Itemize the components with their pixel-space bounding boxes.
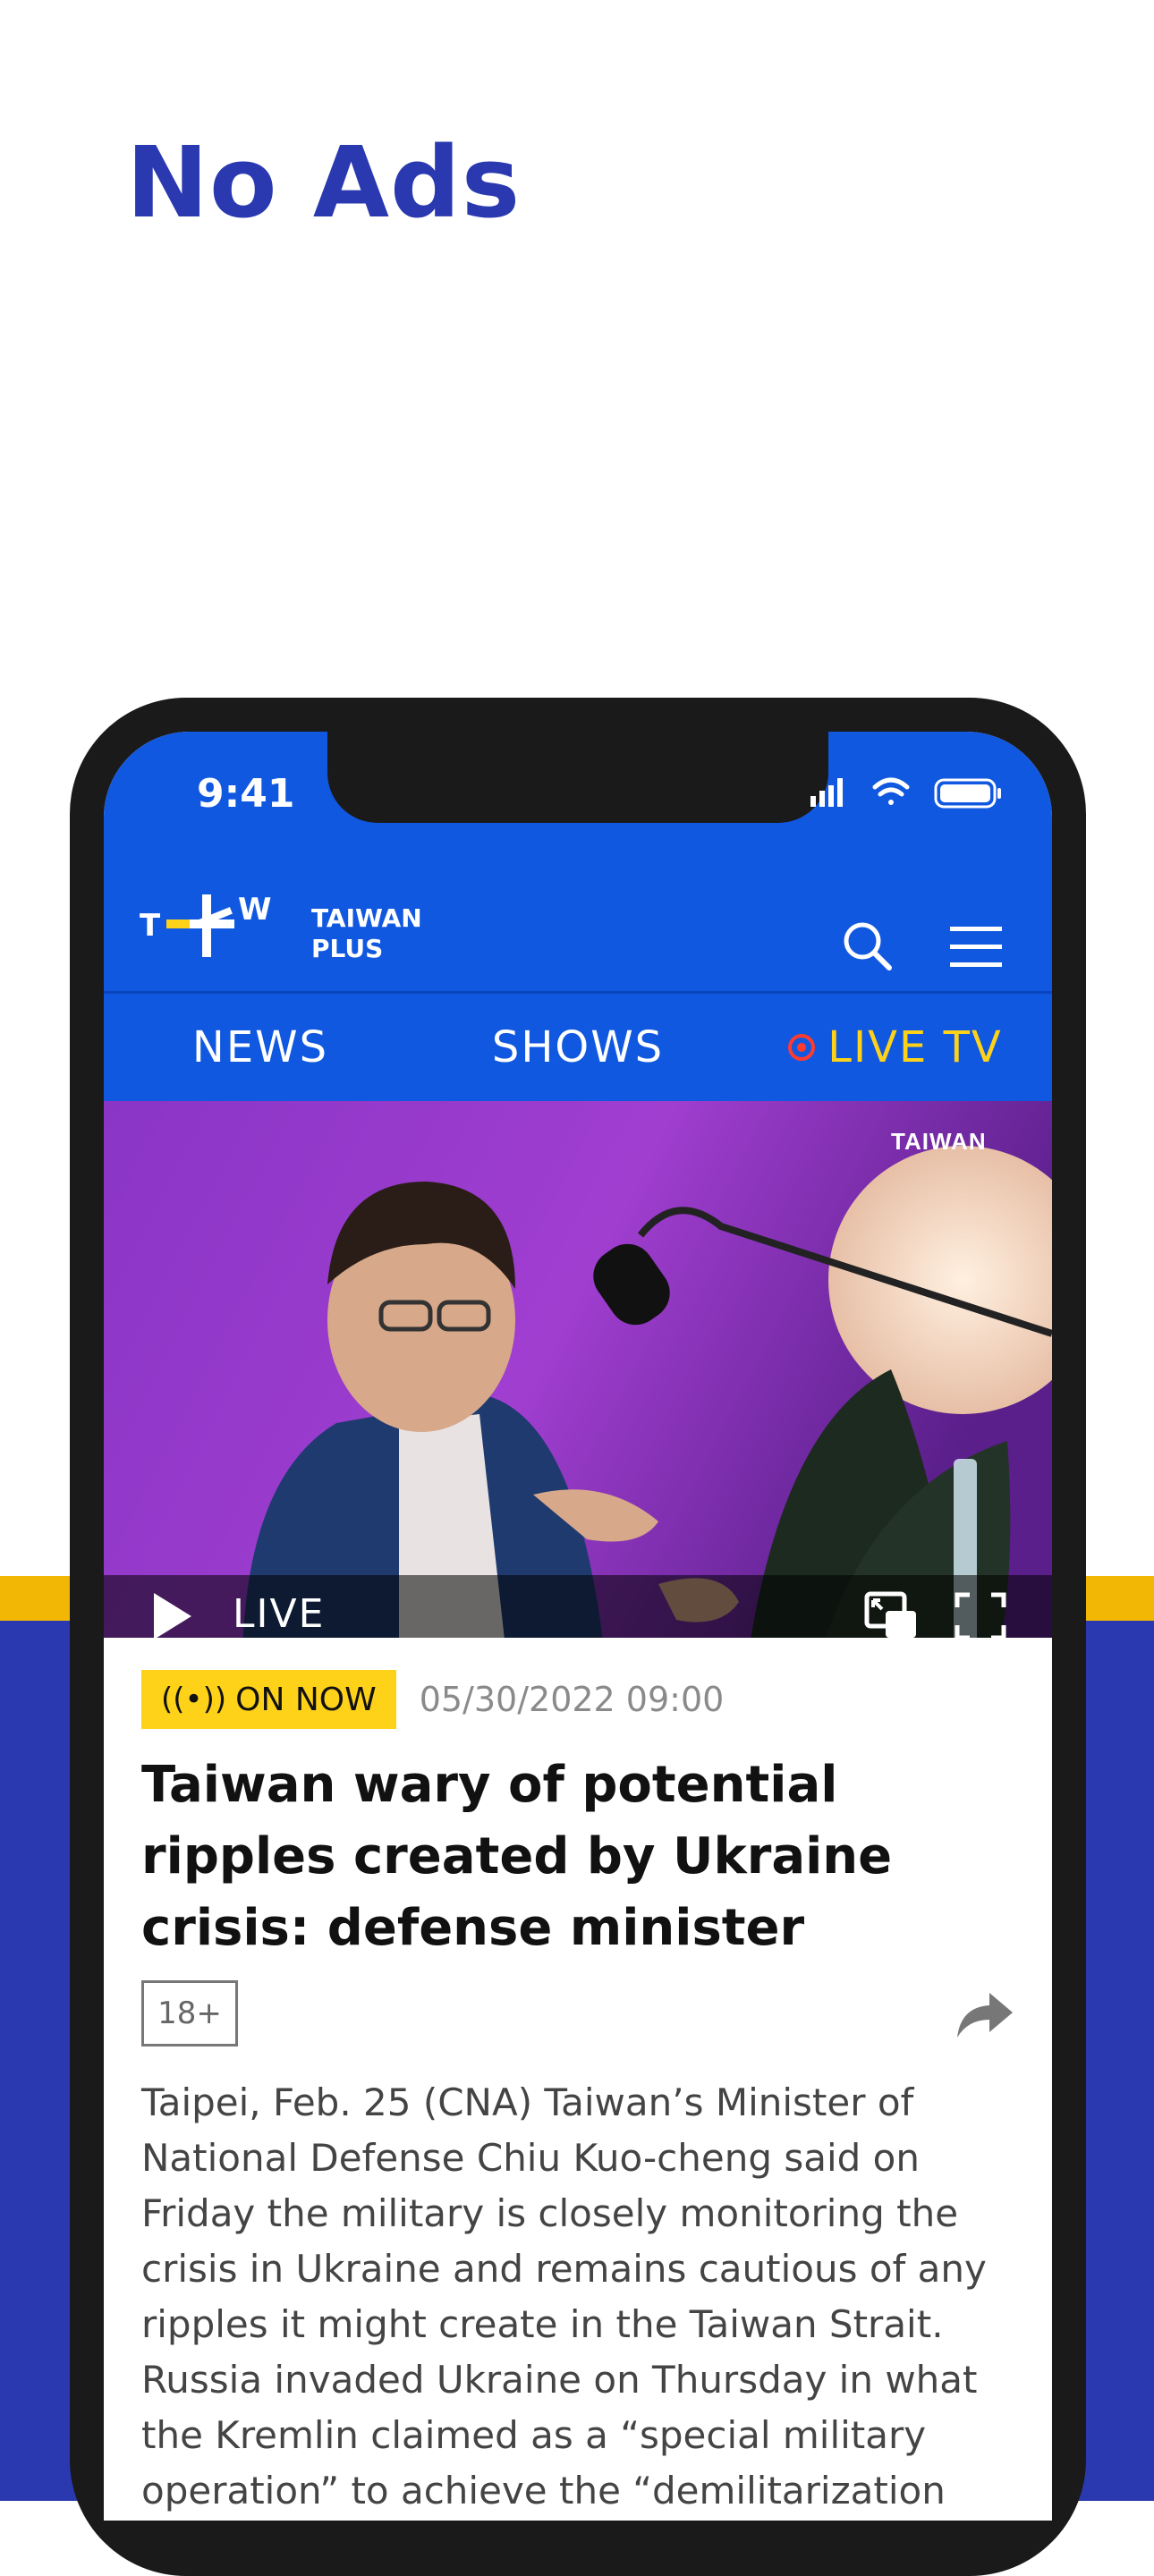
tab-shows[interactable]: SHOWS bbox=[417, 994, 739, 1101]
brand-line-1: TAIWAN bbox=[311, 903, 422, 933]
play-icon[interactable] bbox=[150, 1589, 195, 1638]
picture-in-picture-icon[interactable] bbox=[864, 1591, 918, 1638]
article-paragraph-2: Russia invaded Ukraine on Thursday in wh… bbox=[141, 2358, 978, 2512]
svg-text:W: W bbox=[238, 893, 272, 928]
tab-live-tv[interactable]: LIVE TV bbox=[739, 994, 1052, 1101]
fullscreen-icon[interactable] bbox=[954, 1591, 1007, 1638]
age-rating-badge: 18+ bbox=[141, 1980, 238, 2046]
battery-icon bbox=[934, 778, 1001, 809]
notch bbox=[327, 732, 828, 823]
share-icon[interactable] bbox=[954, 1987, 1016, 2041]
article-body: Taipei, Feb. 25 (CNA) Taiwan’s Minister … bbox=[141, 2075, 1027, 2521]
article-meta: ((•)) ON NOW 05/30/2022 09:00 bbox=[141, 1670, 725, 1729]
brand-line-2: PLUS bbox=[311, 934, 384, 963]
on-now-label: ON NOW bbox=[235, 1681, 377, 1718]
tab-news[interactable]: NEWS bbox=[104, 994, 417, 1101]
on-now-badge: ((•)) ON NOW bbox=[141, 1670, 396, 1729]
video-player[interactable]: TAIWAN LIVE bbox=[104, 1101, 1052, 1638]
app-header: T W TAIWAN PLUS bbox=[104, 830, 1052, 991]
channel-watermark: TAIWAN bbox=[891, 1128, 987, 1155]
player-controls: LIVE bbox=[104, 1575, 1052, 1638]
search-icon[interactable] bbox=[837, 916, 900, 979]
status-time: 9:41 bbox=[197, 771, 295, 817]
status-icons bbox=[810, 777, 1001, 809]
phone-screen: 9:41 T W TAIWAN PLUS NEWS SHOWS LIVE TV … bbox=[104, 732, 1052, 2521]
signal-icon bbox=[810, 778, 843, 807]
wifi-icon bbox=[872, 777, 910, 805]
live-indicator: LIVE bbox=[233, 1591, 326, 1637]
hamburger-menu-icon[interactable] bbox=[945, 916, 1007, 979]
article-paragraph-1: Taipei, Feb. 25 (CNA) Taiwan’s Minister … bbox=[141, 2080, 987, 2346]
brand-name: TAIWAN PLUS bbox=[311, 903, 422, 964]
nav-tabs: NEWS SHOWS LIVE TV bbox=[104, 991, 1052, 1101]
tab-live-tv-label: LIVE TV bbox=[827, 1022, 1003, 1072]
live-record-icon bbox=[788, 1034, 816, 1061]
status-bar: 9:41 T W TAIWAN PLUS bbox=[104, 732, 1052, 991]
broadcast-icon: ((•)) bbox=[161, 1682, 227, 1717]
promo-headline: No Ads bbox=[126, 125, 522, 240]
article-title: Taiwan wary of potential ripples created… bbox=[141, 1756, 893, 1957]
svg-text:T: T bbox=[140, 908, 161, 944]
article-date: 05/30/2022 09:00 bbox=[419, 1680, 725, 1719]
video-frame-image bbox=[104, 1101, 1052, 1638]
